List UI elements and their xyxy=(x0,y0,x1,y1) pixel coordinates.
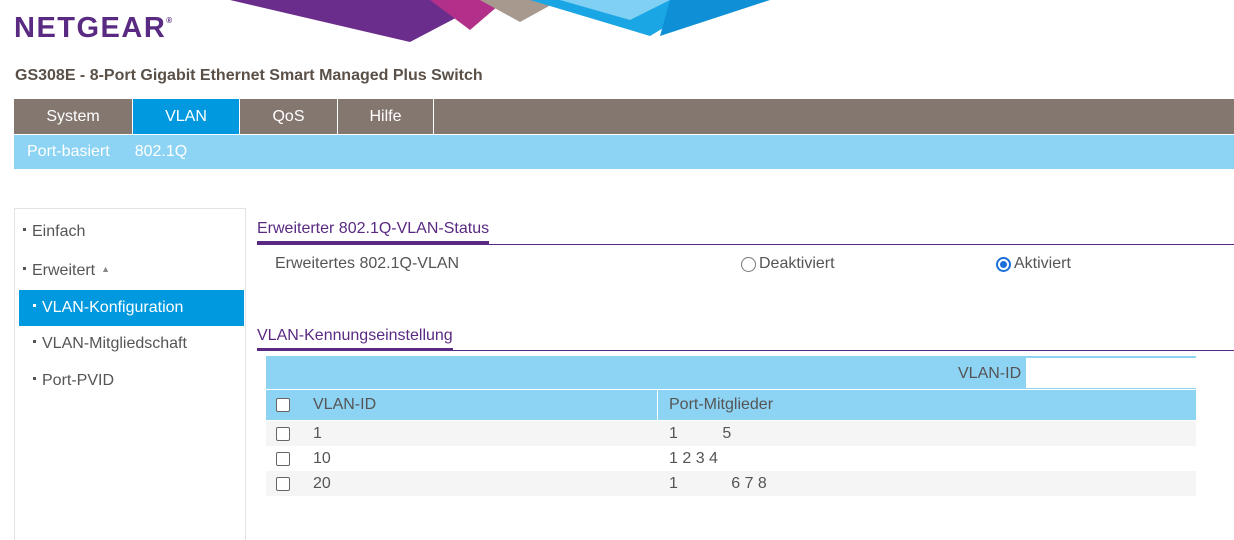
row-checkbox[interactable] xyxy=(276,427,290,441)
bullet-icon xyxy=(33,340,36,344)
sidebar-item-label: Einfach xyxy=(32,223,86,240)
section-divider xyxy=(257,244,1234,245)
decorative-banner-graphic xyxy=(230,0,770,42)
port-members-cell: 1 6 7 8 xyxy=(669,475,767,492)
bullet-icon xyxy=(23,228,26,232)
section-title-vlan-kennung: VLAN-Kennungseinstellung xyxy=(257,327,453,351)
vlan-id-cell: 20 xyxy=(313,475,331,492)
radio-aktiviert[interactable]: Aktiviert xyxy=(996,255,1071,273)
sidebar-item-label: Erweitert xyxy=(32,262,96,279)
sidebar-item-label: Port-PVID xyxy=(42,372,115,389)
sidebar-item-erweitert[interactable]: Erweitert ▲ xyxy=(23,262,110,280)
subnav-port-basiert[interactable]: Port-basiert xyxy=(27,143,110,161)
bullet-icon xyxy=(23,267,26,271)
vlan-id-cell: 10 xyxy=(313,450,331,467)
radio-checked-icon xyxy=(996,256,1011,272)
product-title: GS308E - 8-Port Gigabit Ethernet Smart M… xyxy=(15,67,483,84)
radio-label: Deaktiviert xyxy=(759,255,835,272)
sidebar-item-vlan-konfiguration[interactable]: VLAN-Konfiguration xyxy=(19,290,244,326)
select-all-checkbox[interactable] xyxy=(276,398,290,412)
row-checkbox[interactable] xyxy=(276,477,290,491)
radio-unchecked-icon xyxy=(741,256,756,272)
netgear-logo: NETGEAR® xyxy=(14,12,172,45)
sidebar-item-vlan-mitgliedschaft[interactable]: VLAN-Mitgliedschaft xyxy=(33,335,187,353)
sidebar: Einfach Erweitert ▲ VLAN-Konfiguration VL… xyxy=(14,208,246,540)
column-header-port-mitglieder: Port-Mitglieder xyxy=(669,396,774,413)
sub-nav: Port-basiert 802.1Q xyxy=(14,135,1234,169)
table-row[interactable]: 1 1 5 xyxy=(266,421,1196,446)
bullet-icon xyxy=(33,377,36,381)
main-nav: System VLAN QoS Hilfe xyxy=(14,99,1234,134)
logo-text: NETGEAR xyxy=(14,12,167,44)
vlan-id-input-label: VLAN-ID xyxy=(958,365,1022,382)
radio-label: Aktiviert xyxy=(1014,255,1071,272)
column-header-vlan-id: VLAN-ID xyxy=(313,396,377,413)
row-checkbox[interactable] xyxy=(276,452,290,466)
tab-vlan[interactable]: VLAN xyxy=(133,99,240,134)
caret-up-icon: ▲ xyxy=(101,264,111,274)
sidebar-item-label: VLAN-Konfiguration xyxy=(42,299,184,316)
sidebar-item-port-pvid[interactable]: Port-PVID xyxy=(33,372,114,390)
sidebar-item-label: VLAN-Mitgliedschaft xyxy=(42,335,187,352)
radio-deaktiviert[interactable]: Deaktiviert xyxy=(741,255,835,273)
port-members-cell: 1 5 xyxy=(669,425,732,442)
sidebar-item-einfach[interactable]: Einfach xyxy=(23,223,85,241)
subnav-802-1q[interactable]: 802.1Q xyxy=(135,143,187,161)
tab-qos[interactable]: QoS xyxy=(240,99,338,134)
vlan-id-input[interactable] xyxy=(1026,358,1196,388)
tab-hilfe[interactable]: Hilfe xyxy=(338,99,434,134)
section-divider xyxy=(257,350,1234,351)
section-title-vlan-status: Erweiterter 802.1Q-VLAN-Status xyxy=(257,220,490,244)
port-members-cell: 1 2 3 4 xyxy=(669,450,718,467)
table-row[interactable]: 10 1 2 3 4 xyxy=(266,446,1196,471)
advanced-vlan-label: Erweitertes 802.1Q-VLAN xyxy=(275,255,460,272)
column-divider xyxy=(657,390,658,420)
bullet-icon xyxy=(33,304,36,308)
table-row[interactable]: 20 1 6 7 8 xyxy=(266,471,1196,496)
registered-mark: ® xyxy=(166,16,173,25)
vlan-id-cell: 1 xyxy=(313,425,322,442)
tab-system[interactable]: System xyxy=(14,99,133,134)
